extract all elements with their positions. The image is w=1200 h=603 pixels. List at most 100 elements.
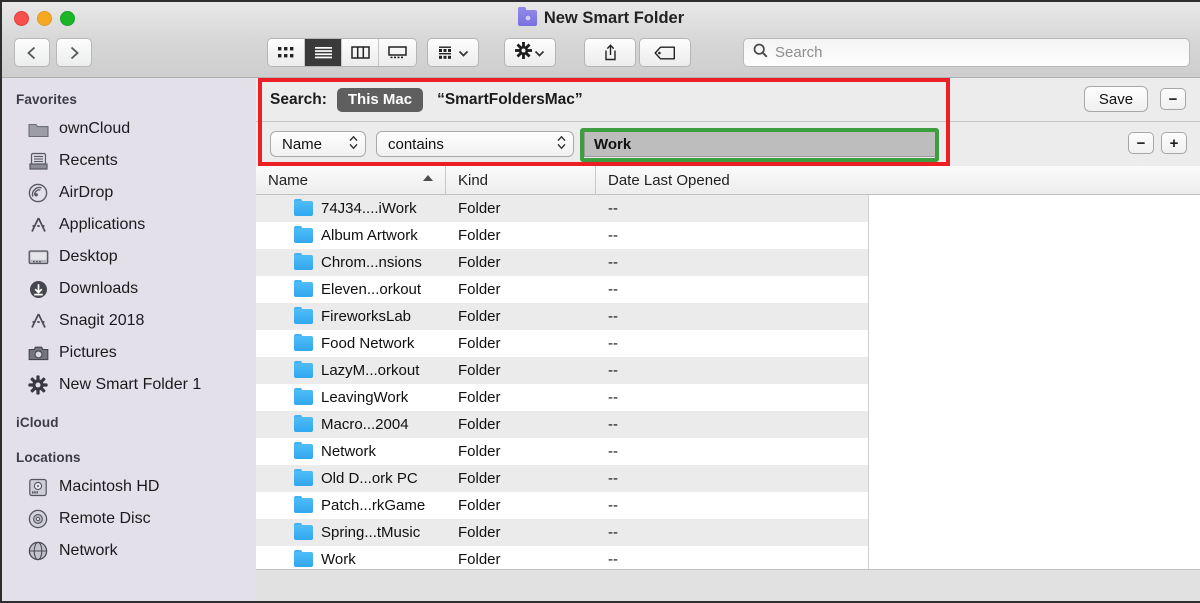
- rule-operator-select[interactable]: contains: [376, 131, 574, 157]
- row-kind-cell: Folder: [458, 281, 501, 298]
- column-header-kind[interactable]: Kind: [446, 165, 596, 195]
- back-button[interactable]: [14, 38, 50, 67]
- table-row[interactable]: Food Network Folder --: [256, 330, 868, 357]
- network-icon: [27, 540, 49, 562]
- folder-icon: [27, 118, 49, 140]
- sidebar-item-label: Network: [59, 542, 118, 559]
- up-down-arrows-icon: [348, 134, 359, 155]
- sidebar-item-applications[interactable]: Applications: [2, 209, 256, 241]
- sidebar-item-new-smart-folder-1[interactable]: New Smart Folder 1: [2, 369, 256, 401]
- row-kind-cell: Folder: [458, 470, 501, 487]
- sidebar-item-label: Recents: [59, 152, 118, 169]
- sidebar-item-remote-disc[interactable]: Remote Disc: [2, 503, 256, 535]
- row-name-cell: Food Network: [256, 333, 446, 352]
- column-view-button[interactable]: [342, 39, 379, 66]
- search-placeholder: Search: [775, 44, 823, 61]
- up-down-arrows-icon: [556, 134, 567, 155]
- table-row[interactable]: Old D...ork PC Folder --: [256, 465, 868, 492]
- row-name-cell: Old D...ork PC: [256, 468, 446, 487]
- table-row[interactable]: LeavingWork Folder --: [256, 384, 868, 411]
- rule-value-input[interactable]: Work: [584, 131, 938, 157]
- remove-rule-button[interactable]: −: [1128, 132, 1154, 154]
- table-row[interactable]: Macro...2004 Folder --: [256, 411, 868, 438]
- row-name-label: LeavingWork: [321, 389, 409, 406]
- search-label: Search:: [270, 90, 327, 108]
- arrange-by-button[interactable]: [428, 39, 478, 66]
- table-row[interactable]: 74J34....iWork Folder --: [256, 195, 868, 222]
- row-name-label: Food Network: [321, 335, 415, 352]
- scope-location-button[interactable]: “SmartFoldersMac”: [437, 91, 583, 109]
- row-name-label: FireworksLab: [321, 308, 412, 325]
- sidebar-item-label: Pictures: [59, 344, 117, 361]
- smart-folder-icon: [517, 7, 537, 26]
- table-row[interactable]: Chrom...nsions Folder --: [256, 249, 868, 276]
- folder-icon: [294, 279, 313, 297]
- gallery-view-button[interactable]: [379, 39, 416, 66]
- search-scope-row: Search: This Mac “SmartFoldersMac” Save …: [256, 78, 1200, 122]
- sidebar-item-downloads[interactable]: Downloads: [2, 273, 256, 305]
- list-view-button[interactable]: [305, 39, 342, 66]
- rule-operator-value: contains: [388, 135, 444, 153]
- row-kind-cell: Folder: [458, 416, 501, 433]
- row-kind-cell: Folder: [458, 227, 501, 244]
- row-name-label: Eleven...orkout: [321, 281, 422, 298]
- row-kind-cell: Folder: [458, 254, 501, 271]
- window-titlebar: New Smart Folder Search: [2, 2, 1200, 78]
- folder-icon: [294, 306, 313, 324]
- row-date-cell: --: [608, 362, 618, 379]
- rule-attribute-select[interactable]: Name: [270, 131, 366, 157]
- sidebar-item-macintosh-hd[interactable]: Macintosh HD: [2, 471, 256, 503]
- harddisk-icon: [27, 476, 49, 498]
- sidebar-item-owncloud[interactable]: ownCloud: [2, 113, 256, 145]
- table-row[interactable]: LazyM...orkout Folder --: [256, 357, 868, 384]
- column-headers: Name Kind Date Last Opened: [256, 165, 868, 195]
- sidebar-item-label: Snagit 2018: [59, 312, 145, 329]
- sidebar-item-network[interactable]: Network: [2, 535, 256, 567]
- file-list-pane: Name Kind Date Last Opened 74J34....iWor…: [256, 165, 1200, 573]
- search-icon: [753, 43, 768, 63]
- table-row[interactable]: Album Artwork Folder --: [256, 222, 868, 249]
- column-header-name[interactable]: Name: [256, 165, 446, 195]
- table-row[interactable]: Spring...tMusic Folder --: [256, 519, 868, 546]
- folder-icon: [294, 360, 313, 378]
- tag-button[interactable]: [640, 39, 690, 66]
- action-gear-button[interactable]: [505, 39, 555, 66]
- table-row[interactable]: Network Folder --: [256, 438, 868, 465]
- sort-ascending-icon: [423, 174, 433, 181]
- sidebar-item-recents[interactable]: Recents: [2, 145, 256, 177]
- remove-scope-button[interactable]: −: [1160, 88, 1186, 110]
- row-name-label: Patch...rkGame: [321, 497, 426, 514]
- forward-button[interactable]: [56, 38, 92, 67]
- row-name-cell: 74J34....iWork: [256, 198, 446, 217]
- column-header-date-last-opened[interactable]: Date Last Opened: [596, 166, 868, 195]
- table-row[interactable]: FireworksLab Folder --: [256, 303, 868, 330]
- row-name-label: Network: [321, 443, 377, 460]
- folder-icon: [294, 252, 313, 270]
- folder-icon: [294, 414, 313, 432]
- share-button[interactable]: [585, 39, 635, 66]
- save-button[interactable]: Save: [1084, 86, 1148, 112]
- row-kind-cell: Folder: [458, 335, 501, 352]
- disc-icon: [27, 508, 49, 530]
- sidebar-item-airdrop[interactable]: AirDrop: [2, 177, 256, 209]
- row-name-cell: Eleven...orkout: [256, 279, 446, 298]
- add-rule-button[interactable]: +: [1161, 132, 1187, 154]
- folder-icon: [294, 225, 313, 243]
- sidebar-item-desktop[interactable]: Desktop: [2, 241, 256, 273]
- icon-view-button[interactable]: [268, 39, 305, 66]
- sidebar-item-label: New Smart Folder 1: [59, 376, 202, 393]
- row-date-cell: --: [608, 335, 618, 352]
- table-row[interactable]: Patch...rkGame Folder --: [256, 492, 868, 519]
- rule-attribute-value: Name: [282, 135, 323, 153]
- search-input[interactable]: Search: [743, 38, 1190, 67]
- applications-icon: [27, 214, 49, 236]
- sidebar-item-label: Downloads: [59, 280, 139, 297]
- row-name-cell: Network: [256, 441, 446, 460]
- table-row[interactable]: Eleven...orkout Folder --: [256, 276, 868, 303]
- row-name-cell: FireworksLab: [256, 306, 446, 325]
- row-name-cell: Spring...tMusic: [256, 522, 446, 541]
- scope-this-mac-button[interactable]: This Mac: [336, 87, 424, 112]
- sidebar-item-pictures[interactable]: Pictures: [2, 337, 256, 369]
- row-name-cell: LeavingWork: [256, 387, 446, 406]
- sidebar-item-snagit-2018[interactable]: Snagit 2018: [2, 305, 256, 337]
